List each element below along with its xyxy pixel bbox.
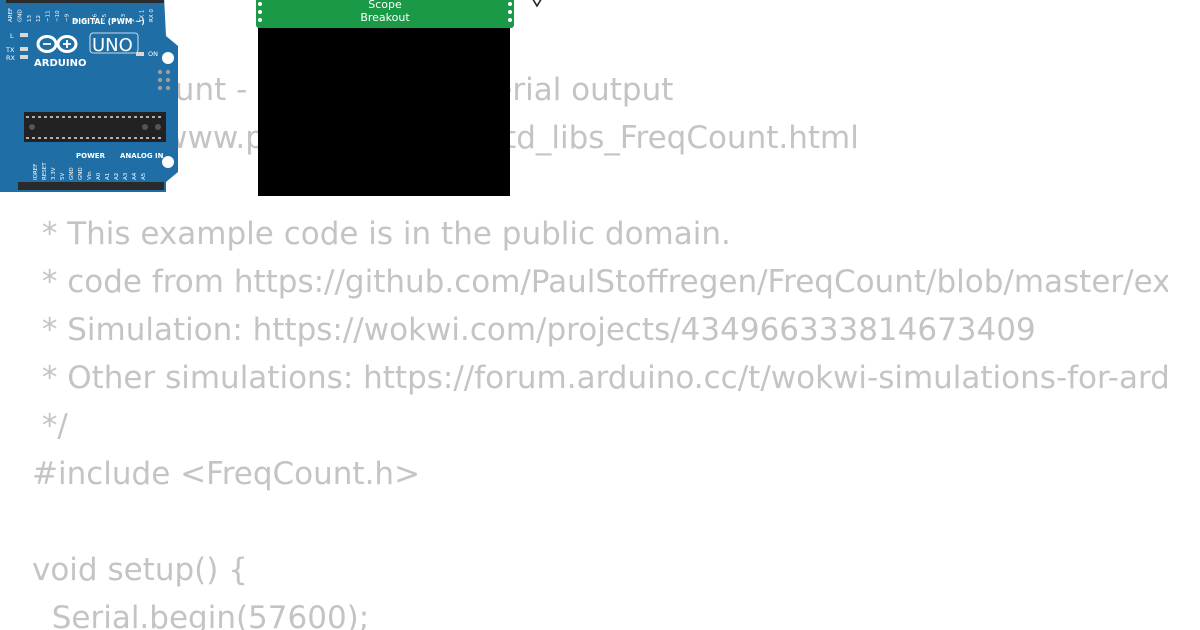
tx-led [20,47,28,51]
pin-label: A3 [123,172,129,180]
on-label: ON [148,50,158,58]
pin-label: GND [17,9,23,22]
code-line: void setup() { [32,552,248,588]
l-led [20,33,28,37]
code-editor-text: /* FreqCount - Example with serial outpu… [32,66,1168,630]
power-label: POWER [76,152,106,160]
code-line: * code from https://github.com/PaulStoff… [41,264,1168,300]
pin-label: A2 [114,173,120,180]
pin-label: ~11 [46,10,52,22]
mounting-hole [162,52,174,64]
pin-label: RESET [42,162,48,180]
pin-label: 12 [36,15,42,22]
pin-label: GND [78,167,84,180]
arduino-brand-text: ARDUINO [34,58,86,69]
code-line: * This example code is in the public dom… [32,216,731,252]
pin-label: ~10 [55,10,61,22]
pin-label: 3.3V [51,167,57,180]
pin-label: RX 0 [149,9,155,22]
pin-label: A4 [132,172,138,180]
rx-led [20,55,28,59]
code-line: */ [32,408,68,444]
scope-breakout[interactable]: Scope Breakout [256,0,514,196]
code-line: * Other simulations: https://forum.ardui… [41,360,1168,396]
arduino-uno-board[interactable]: AREF GND 13 12 ~11 ~10 ~9 8 7 ~6 ~5 4 ~3 2 TX 1 RX 0 DI… [0,0,180,192]
code-line: /* FreqCount - Example with serial outpu… [32,72,674,108]
code-line: Serial.begin(57600); [32,600,370,630]
mounting-hole [162,156,174,168]
pin-label: A5 [141,172,147,180]
pin-label: A1 [105,173,111,180]
rx-label: RX [6,54,16,62]
code-line: * [32,162,1168,210]
pin-label: A0 [96,172,102,180]
pin-label: ~9 [64,13,70,22]
probe-symbol-icon[interactable] [528,0,546,8]
l-led-label: L [10,32,14,40]
scope-breakout-label: Scope Breakout [360,0,410,24]
digital-label: DIGITAL (PWM ~) [72,17,145,26]
tx-label: TX [5,46,15,54]
bottom-header [18,182,164,190]
analog-label: ANALOG IN [120,152,164,160]
pin-label: IOREF [33,164,39,180]
pin-label: GND [69,167,75,180]
code-line: * http://www.pjrc.com/teensy/td_libs_Fre… [32,114,1168,162]
pin-label: Vin [87,171,93,180]
scope-screen [258,28,510,196]
pin-label: 5V [60,173,66,180]
code-line: * Simulation: https://wokwi.com/projects… [32,312,1036,348]
pin-label: AREF [8,8,14,22]
pin-label: 13 [27,15,33,22]
on-led [136,52,144,56]
code-line: #include <FreqCount.h> [32,456,421,492]
